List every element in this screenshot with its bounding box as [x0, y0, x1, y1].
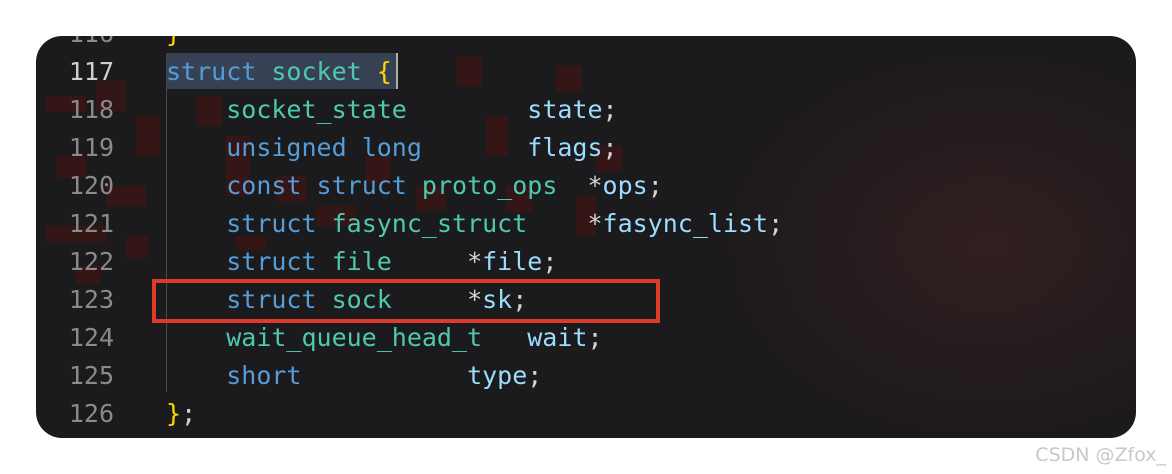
- code-token: ;: [527, 361, 543, 390]
- code-editor: 116}117struct socket {118 socket_state s…: [36, 36, 1136, 438]
- line-number: 119: [68, 133, 114, 162]
- code-text: const struct proto_ops *ops;: [166, 167, 663, 205]
- code-token: short: [226, 361, 302, 390]
- line-number: 123: [68, 285, 114, 314]
- code-token: struct: [226, 247, 317, 276]
- code-text: struct fasync_struct *fasync_list;: [166, 205, 783, 243]
- code-token: struct: [166, 57, 257, 86]
- code-token: *: [391, 247, 483, 276]
- line-number: 116: [66, 36, 114, 53]
- watermark: CSDN @Zfox_: [1035, 444, 1166, 466]
- code-text: struct file *file;: [166, 243, 557, 281]
- line-number: 124: [68, 323, 114, 352]
- line-number: 122: [68, 247, 114, 276]
- code-token: ;: [587, 323, 603, 352]
- code-token: struct: [226, 209, 317, 238]
- line-number: 126: [68, 399, 114, 428]
- code-text: struct socket {: [166, 53, 392, 91]
- code-token: ;: [647, 171, 663, 200]
- code-line[interactable]: 118 socket_state state;: [36, 91, 1136, 129]
- code-token: const: [226, 171, 302, 200]
- code-line[interactable]: 122 struct file *file;: [36, 243, 1136, 281]
- code-token: ;: [768, 209, 784, 238]
- code-token: ops: [602, 171, 648, 200]
- code-token: socket: [271, 57, 362, 86]
- code-text: };: [166, 395, 196, 433]
- code-token: fasync_struct: [331, 209, 528, 238]
- line-number: 121: [68, 209, 114, 238]
- annotation-box: [152, 279, 660, 323]
- code-text: socket_state state;: [166, 91, 618, 129]
- code-token: ;: [542, 247, 558, 276]
- code-line[interactable]: 116}: [36, 36, 1136, 53]
- code-text: unsigned long flags;: [166, 129, 618, 167]
- code-line[interactable]: 121 struct fasync_struct *fasync_list;: [36, 205, 1136, 243]
- code-text: }: [166, 36, 181, 53]
- line-number: 120: [68, 171, 114, 200]
- code-token: ;: [181, 399, 197, 428]
- code-token: *: [557, 171, 603, 200]
- code-line[interactable]: 124 wait_queue_head_t wait;: [36, 319, 1136, 357]
- code-token: state: [527, 95, 603, 124]
- code-token: ;: [602, 133, 618, 162]
- code-token: unsigned: [226, 133, 347, 162]
- code-token: flags: [527, 133, 603, 162]
- code-token: }: [166, 399, 182, 428]
- code-text: wait_queue_head_t wait;: [166, 319, 603, 357]
- code-text: short type;: [166, 357, 542, 395]
- code-token: ;: [602, 95, 618, 124]
- line-number: 118: [68, 95, 114, 124]
- code-token: }: [166, 36, 181, 48]
- code-line[interactable]: 119 unsigned long flags;: [36, 129, 1136, 167]
- code-line[interactable]: 120 const struct proto_ops *ops;: [36, 167, 1136, 205]
- code-token: file: [482, 247, 543, 276]
- code-token: wait_queue_head_t: [226, 323, 483, 352]
- code-area[interactable]: 116}117struct socket {118 socket_state s…: [36, 36, 1136, 438]
- code-token: socket_state: [226, 95, 407, 124]
- line-number: 117: [68, 57, 114, 86]
- code-token: long: [361, 133, 422, 162]
- code-token: proto_ops: [421, 171, 558, 200]
- code-line[interactable]: 117 struct socket {: [36, 53, 1136, 91]
- code-token: *: [527, 209, 603, 238]
- code-token: file: [331, 247, 392, 276]
- code-token: {: [376, 57, 392, 86]
- code-token: wait: [527, 323, 588, 352]
- code-line[interactable]: 125 short type;: [36, 357, 1136, 395]
- line-number: 125: [68, 361, 114, 390]
- code-line[interactable]: 126};: [36, 395, 1136, 433]
- code-token: type: [467, 361, 528, 390]
- code-token: fasync_list: [602, 209, 769, 238]
- code-token: struct: [316, 171, 407, 200]
